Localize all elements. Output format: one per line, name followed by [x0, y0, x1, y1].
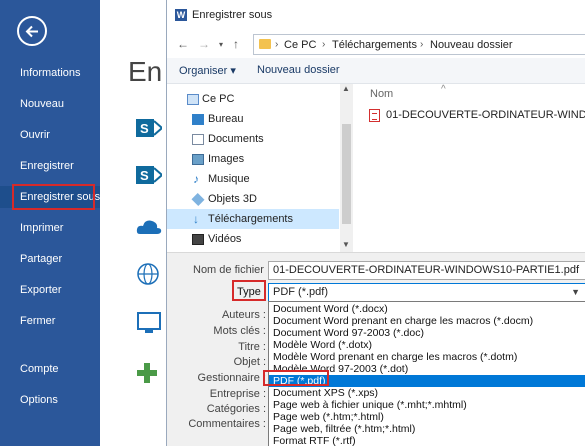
chevron-right-icon: ›: [420, 39, 424, 50]
file-type-value: PDF (*.pdf): [273, 286, 329, 298]
sidebar-item-options[interactable]: Options: [0, 389, 100, 411]
forward-arrow-icon[interactable]: →: [198, 37, 210, 51]
sidebar-item-ouvrir[interactable]: Ouvrir: [0, 124, 100, 146]
authors-label: Auteurs :: [221, 309, 266, 321]
sort-caret-icon: ^: [441, 84, 446, 95]
nav-item-videos[interactable]: Vidéos: [167, 229, 339, 249]
save-as-dialog: W Enregistrer sous ← → ▾ ↑ › Ce PC › Tél…: [166, 0, 585, 446]
comments-label: Commentaires :: [188, 418, 266, 430]
arrow-left-icon: [25, 25, 38, 38]
desktop-icon: [192, 114, 204, 125]
filename-label: Nom de fichier :: [193, 264, 271, 276]
nav-item-musique[interactable]: ♪ Musique: [167, 169, 339, 189]
pdf-file-icon: [369, 109, 380, 122]
chevron-down-icon[interactable]: ▾: [219, 40, 223, 49]
column-header-name[interactable]: Nom: [370, 88, 393, 100]
globe-icon: [137, 263, 159, 285]
categories-label: Catégories :: [206, 403, 266, 415]
type-option[interactable]: Page web (*.htm;*.html): [269, 411, 585, 423]
sidebar-item-compte[interactable]: Compte: [0, 358, 100, 380]
chevron-right-icon: ›: [275, 39, 279, 50]
sharepoint-icon: S: [136, 166, 162, 184]
file-row[interactable]: 01-DECOUVERTE-ORDINATEUR-WINDO...: [369, 107, 585, 125]
scroll-down-icon[interactable]: ▼: [342, 240, 350, 249]
scrollbar-thumb[interactable]: [342, 124, 351, 224]
sidebar-item-nouveau[interactable]: Nouveau: [0, 93, 100, 115]
dialog-title: Enregistrer sous: [192, 9, 273, 21]
backstage-title: En: [128, 56, 163, 87]
backstage-sidebar: Informations Nouveau Ouvrir Enregistrer …: [0, 0, 100, 446]
sidebar-item-partager[interactable]: Partager: [0, 248, 100, 270]
type-option[interactable]: Format RTF (*.rtf): [269, 435, 585, 446]
videos-icon: [192, 234, 204, 245]
keywords-label: Mots clés :: [213, 325, 266, 337]
file-list: ^ Nom 01-DECOUVERTE-ORDINATEUR-WINDO...: [355, 84, 585, 252]
svg-text:S: S: [140, 168, 149, 183]
highlight-box-enregistrer-sous: [12, 184, 95, 210]
sidebar-item-informations[interactable]: Informations: [0, 62, 100, 84]
dialog-toolbar: Organiser ▾ Nouveau dossier: [167, 58, 585, 84]
nav-item-documents[interactable]: Documents: [167, 129, 339, 149]
computer-icon: [187, 94, 199, 105]
music-icon: ♪: [193, 172, 199, 186]
folder-icon: [259, 39, 271, 49]
images-icon: [192, 154, 204, 165]
nav-item-objets-3d[interactable]: Objets 3D: [167, 189, 339, 209]
dialog-titlebar: W Enregistrer sous: [167, 0, 585, 30]
type-option[interactable]: Document Word 97-2003 (*.doc): [269, 327, 585, 339]
chevron-right-icon: ›: [322, 39, 326, 50]
sidebar-item-exporter[interactable]: Exporter: [0, 279, 100, 301]
scroll-up-icon[interactable]: ▲: [342, 84, 350, 93]
title-label: Titre :: [238, 341, 266, 353]
file-type-select[interactable]: PDF (*.pdf) ▼: [268, 283, 585, 302]
address-bar[interactable]: › Ce PC › Téléchargements › Nouveau doss…: [253, 34, 585, 55]
file-name: 01-DECOUVERTE-ORDINATEUR-WINDO...: [386, 109, 585, 121]
address-row: ← → ▾ ↑ › Ce PC › Téléchargements › Nouv…: [167, 30, 585, 58]
company-label: Entreprise :: [209, 388, 266, 400]
sidebar-item-fermer[interactable]: Fermer: [0, 310, 100, 332]
highlight-box-pdf-option: [263, 370, 329, 386]
nav-item-telechargements[interactable]: ↓ Téléchargements: [167, 209, 339, 229]
sidebar-item-enregistrer[interactable]: Enregistrer: [0, 155, 100, 177]
objects-3d-icon: [191, 192, 205, 207]
navigation-pane: Ce PC Bureau Documents Images ♪ Musique …: [167, 84, 353, 252]
breadcrumb-item[interactable]: Nouveau dossier: [430, 39, 513, 51]
nav-item-images[interactable]: Images: [167, 149, 339, 169]
computer-icon: [137, 312, 161, 333]
breadcrumb-item[interactable]: Ce PC: [284, 39, 316, 51]
type-option[interactable]: Page web à fichier unique (*.mht;*.mhtml…: [269, 399, 585, 411]
type-option[interactable]: Modèle Word prenant en charge les macros…: [269, 351, 585, 363]
up-arrow-icon[interactable]: ↑: [233, 37, 239, 51]
type-option[interactable]: Page web, filtrée (*.htm;*.html): [269, 423, 585, 435]
svg-text:S: S: [140, 121, 149, 136]
nav-item-bureau[interactable]: Bureau: [167, 109, 339, 129]
new-folder-button[interactable]: Nouveau dossier: [257, 64, 340, 76]
filename-input[interactable]: 01-DECOUVERTE-ORDINATEUR-WINDOWS10-PARTI…: [268, 261, 585, 280]
sidebar-item-imprimer[interactable]: Imprimer: [0, 217, 100, 239]
word-icon: W: [175, 9, 187, 21]
nav-scrollbar[interactable]: ▲ ▼: [340, 84, 353, 252]
documents-icon: [192, 134, 204, 145]
subject-label: Objet :: [233, 356, 266, 368]
type-option[interactable]: Modèle Word (*.dotx): [269, 339, 585, 351]
organize-button[interactable]: Organiser ▾: [179, 64, 236, 77]
back-arrow-icon[interactable]: ←: [177, 37, 189, 51]
chevron-down-icon: ▼: [571, 287, 580, 297]
onedrive-cloud-icon: [136, 220, 162, 234]
type-option[interactable]: Document XPS (*.xps): [269, 387, 585, 399]
nav-item-ce-pc[interactable]: Ce PC: [167, 89, 339, 109]
sharepoint-icon: S: [136, 119, 162, 137]
back-button[interactable]: [17, 16, 47, 46]
type-option[interactable]: Document Word prenant en charge les macr…: [269, 315, 585, 327]
highlight-box-type-label: [232, 280, 266, 301]
breadcrumb-item[interactable]: Téléchargements: [332, 39, 417, 51]
manager-label: Gestionnaire :: [197, 372, 266, 384]
save-form: Nom de fichier : 01-DECOUVERTE-ORDINATEU…: [167, 252, 585, 446]
add-place-icon: [137, 363, 157, 383]
type-option[interactable]: Document Word (*.docx): [269, 303, 585, 315]
downloads-icon: ↓: [193, 212, 199, 226]
